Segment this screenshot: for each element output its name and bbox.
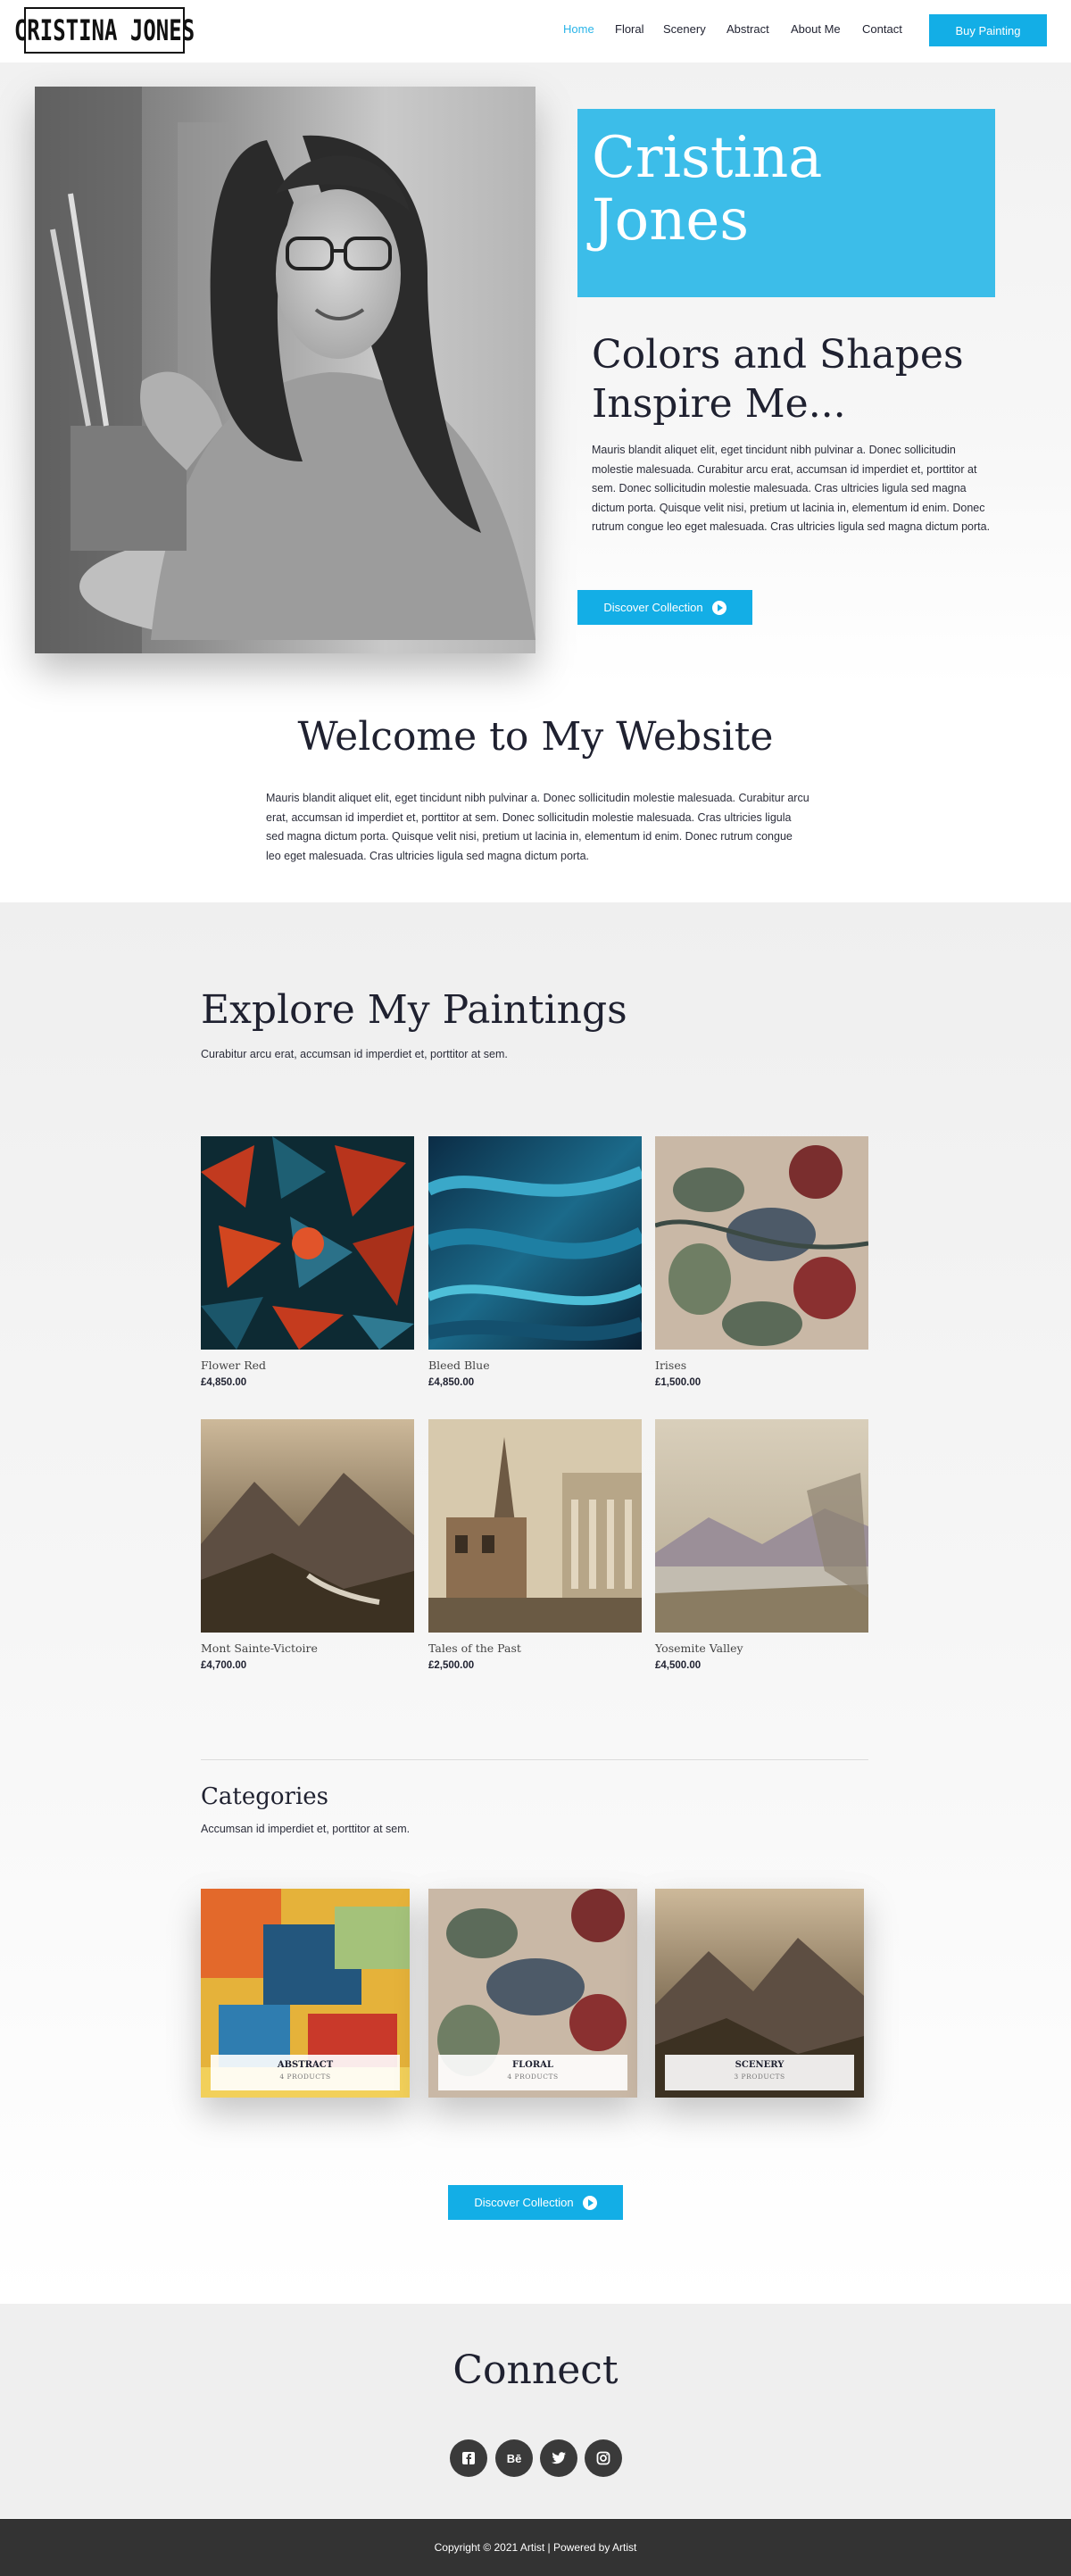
- category-name: ABSTRACT: [277, 2060, 334, 2070]
- product-price: £4,850.00: [428, 1377, 475, 1388]
- connect-title: Connect: [452, 2347, 619, 2393]
- product-card[interactable]: Tales of the Past £2,500.00: [428, 1419, 642, 1671]
- copyright-text: Copyright © 2021 Artist | Powered by Art…: [434, 2541, 637, 2554]
- category-label: SCENERY 3 PRODUCTS: [665, 2055, 854, 2090]
- category-label: ABSTRACT 4 PRODUCTS: [211, 2055, 400, 2090]
- logo-text: CRISTINA JONES: [13, 13, 195, 47]
- site-logo[interactable]: CRISTINA JONES: [14, 7, 195, 54]
- product-name[interactable]: Yosemite Valley: [655, 1641, 868, 1655]
- category-name: FLORAL: [512, 2060, 553, 2070]
- category-count: 4 PRODUCTS: [507, 2073, 559, 2081]
- buy-painting-button[interactable]: Buy Painting: [929, 14, 1047, 46]
- product-name[interactable]: Bleed Blue: [428, 1359, 642, 1372]
- site-header: CRISTINA JONES Home Floral Scenery Abstr…: [0, 0, 1071, 62]
- product-image[interactable]: [655, 1136, 868, 1350]
- product-image[interactable]: [655, 1419, 868, 1633]
- category-abstract[interactable]: ABSTRACT 4 PRODUCTS: [201, 1889, 410, 2098]
- category-name: SCENERY: [735, 2060, 785, 2070]
- product-image[interactable]: [428, 1419, 642, 1633]
- category-label: FLORAL 4 PRODUCTS: [438, 2055, 627, 2090]
- product-card[interactable]: Flower Red £4,850.00: [201, 1136, 414, 1388]
- instagram-icon[interactable]: [585, 2439, 622, 2477]
- product-image[interactable]: [201, 1419, 414, 1633]
- nav-home[interactable]: Home: [563, 22, 594, 36]
- product-name[interactable]: Tales of the Past: [428, 1641, 642, 1655]
- category-scenery[interactable]: SCENERY 3 PRODUCTS: [655, 1889, 864, 2098]
- nav-contact[interactable]: Contact: [862, 22, 902, 36]
- discover-collection-button[interactable]: Discover Collection: [577, 590, 752, 625]
- product-name[interactable]: Mont Sainte-Victoire: [201, 1641, 414, 1655]
- product-card[interactable]: Irises £1,500.00: [655, 1136, 868, 1388]
- twitter-icon[interactable]: [540, 2439, 577, 2477]
- section-divider: [201, 1759, 868, 1760]
- welcome-title: Welcome to My Website: [297, 714, 774, 760]
- discover-collection-label: Discover Collection: [603, 601, 703, 614]
- category-count: 4 PRODUCTS: [279, 2073, 331, 2081]
- product-price: £2,500.00: [428, 1660, 475, 1671]
- nav-about-me[interactable]: About Me: [791, 22, 841, 36]
- product-price: £4,700.00: [201, 1660, 247, 1671]
- product-price: £4,850.00: [201, 1377, 247, 1388]
- nav-floral[interactable]: Floral: [615, 22, 644, 36]
- hero-text: Mauris blandit aliquet elit, eget tincid…: [592, 444, 991, 533]
- product-card[interactable]: Mont Sainte-Victoire £4,700.00: [201, 1419, 414, 1671]
- product-name[interactable]: Flower Red: [201, 1359, 414, 1372]
- category-floral[interactable]: FLORAL 4 PRODUCTS: [428, 1889, 637, 2098]
- product-image[interactable]: [201, 1136, 414, 1350]
- product-price: £4,500.00: [655, 1660, 702, 1671]
- connect-section: [0, 2304, 1071, 2518]
- explore-subtitle: Curabitur arcu erat, accumsan id imperdi…: [201, 1048, 508, 1060]
- artist-name: Cristina Jones: [592, 125, 823, 253]
- artist-portrait: [35, 87, 536, 653]
- product-name[interactable]: Irises: [655, 1359, 868, 1372]
- product-card[interactable]: Bleed Blue £4,850.00: [428, 1136, 642, 1388]
- categories-title: Categories: [201, 1783, 328, 1810]
- discover-collection-button-2[interactable]: Discover Collection: [448, 2185, 623, 2220]
- nav-abstract[interactable]: Abstract: [726, 22, 769, 36]
- play-icon: [711, 600, 726, 615]
- facebook-icon[interactable]: [450, 2439, 487, 2477]
- product-image[interactable]: [428, 1136, 642, 1350]
- welcome-text: Mauris blandit aliquet elit, eget tincid…: [266, 792, 809, 862]
- hero-heading: Colors and Shapes Inspire Me...: [592, 332, 964, 427]
- category-count: 3 PRODUCTS: [734, 2073, 785, 2081]
- behance-icon[interactable]: Bē: [495, 2439, 533, 2477]
- explore-title: Explore My Paintings: [201, 987, 627, 1033]
- nav-scenery[interactable]: Scenery: [663, 22, 706, 36]
- site-footer: Copyright © 2021 Artist | Powered by Art…: [0, 2519, 1071, 2576]
- categories-subtitle: Accumsan id imperdiet et, porttitor at s…: [201, 1823, 411, 1835]
- product-card[interactable]: Yosemite Valley £4,500.00: [655, 1419, 868, 1671]
- discover-collection-label: Discover Collection: [474, 2196, 574, 2209]
- artist-name-box: Cristina Jones: [577, 109, 995, 297]
- play-icon: [582, 2195, 597, 2210]
- product-price: £1,500.00: [655, 1377, 702, 1388]
